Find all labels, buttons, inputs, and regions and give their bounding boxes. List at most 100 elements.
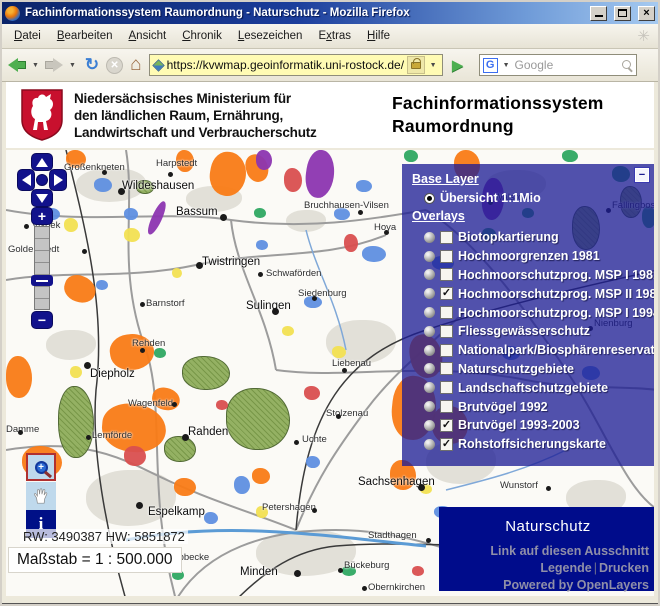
- zoom-box-tool-button[interactable]: +: [26, 453, 56, 481]
- overlay-row: Nationalpark/Biosphärenreservat: [424, 341, 654, 360]
- minimize-button[interactable]: [590, 6, 607, 21]
- overlay-label[interactable]: Brutvögel 1993-2003: [458, 418, 580, 432]
- town-dot: [418, 484, 425, 491]
- reload-button[interactable]: ↻: [82, 55, 102, 75]
- overlay-checkbox[interactable]: [440, 268, 453, 281]
- base-layer-row[interactable]: Übersicht 1:1Mio: [424, 191, 654, 205]
- maximize-button[interactable]: [614, 6, 631, 21]
- base-layer-label[interactable]: Übersicht 1:1Mio: [440, 191, 541, 205]
- overlay-checkbox[interactable]: [440, 231, 453, 244]
- overlay-label[interactable]: Hochmoorschutzprog. MSP II 1986: [458, 287, 654, 301]
- town-label: Siedenburg: [298, 288, 347, 299]
- town-dot: [336, 414, 341, 419]
- url-text[interactable]: https://kvwmap.geoinformatik.uni-rostock…: [167, 58, 404, 72]
- overlay-checkbox[interactable]: [440, 250, 453, 263]
- town-dot: [84, 362, 91, 369]
- overlay-checkbox[interactable]: ✓: [440, 419, 453, 432]
- town-label: Harpstedt: [156, 158, 197, 169]
- overlay-label[interactable]: Hochmoorgrenzen 1981: [458, 249, 600, 263]
- address-bar[interactable]: https://kvwmap.geoinformatik.uni-rostock…: [149, 54, 443, 76]
- pan-down-button[interactable]: [32, 190, 52, 206]
- layer-sphere-icon: [424, 307, 435, 318]
- overlay-label[interactable]: Hochmoorschutzprog. MSP I 1981: [458, 268, 654, 282]
- forward-icon-tail: [45, 61, 53, 69]
- town-label: Wagenfeld: [128, 398, 173, 409]
- link-legend[interactable]: Legende: [540, 561, 591, 575]
- app-title-line-1: Fachinformationssystem: [392, 92, 644, 115]
- menu-item-ansicht[interactable]: Ansicht: [121, 26, 175, 46]
- pan-left-button[interactable]: [18, 170, 34, 190]
- panel-minimize-button[interactable]: −: [635, 168, 649, 182]
- overlay-checkbox[interactable]: [440, 306, 453, 319]
- map-patch-blue: [356, 180, 372, 192]
- town-dot: [338, 568, 343, 573]
- map-patch-yellow: [172, 268, 182, 278]
- back-button[interactable]: [8, 58, 26, 72]
- link-powered-by-openlayers[interactable]: Powered by OpenLayers: [439, 577, 649, 594]
- overlay-label[interactable]: Fliessgewässerschutz: [458, 324, 590, 338]
- forward-dropdown-caret[interactable]: ▼: [67, 62, 78, 69]
- link-extent[interactable]: Link auf diesen Ausschnitt: [439, 543, 649, 560]
- layer-sphere-icon: [424, 420, 435, 431]
- town-label: Stolzenau: [326, 408, 368, 419]
- pan-right-button[interactable]: [50, 170, 66, 190]
- zoom-slider-handle[interactable]: [31, 275, 53, 286]
- back-dropdown-caret[interactable]: ▼: [30, 62, 41, 69]
- search-icon[interactable]: [622, 60, 633, 71]
- menu-item-chronik[interactable]: Chronik: [174, 26, 230, 46]
- pan-center-button[interactable]: [37, 175, 47, 185]
- google-logo-icon: G: [483, 58, 498, 73]
- forward-button[interactable]: [45, 58, 63, 72]
- overlay-label[interactable]: Brutvögel 1992: [458, 400, 548, 414]
- pan-tool-button[interactable]: [26, 482, 56, 510]
- overlay-checkbox[interactable]: ✓: [440, 287, 453, 300]
- town-label: Barnstorf: [146, 298, 185, 309]
- overlay-checkbox[interactable]: ✓: [440, 438, 453, 451]
- url-dropdown-caret[interactable]: ▼: [428, 62, 439, 69]
- home-button[interactable]: ⌂: [127, 56, 144, 74]
- overlay-checkbox[interactable]: [440, 400, 453, 413]
- menu-item-bearbeiten[interactable]: Bearbeiten: [49, 26, 121, 46]
- town-label: Bassum: [176, 206, 218, 218]
- app-title-line-2: Raumordnung: [392, 115, 644, 138]
- overlay-checkbox[interactable]: [440, 344, 453, 357]
- map-patch-yellow: [124, 228, 140, 242]
- menu-item-extras[interactable]: Extras: [310, 26, 359, 46]
- menu-item-lesezeichen[interactable]: Lesezeichen: [230, 26, 311, 46]
- base-layer-radio[interactable]: [424, 193, 435, 204]
- overlay-label[interactable]: Naturschutzgebiete: [458, 362, 574, 376]
- overlay-label[interactable]: Hochmoorschutzprog. MSP I 1994: [458, 306, 654, 320]
- app-title: Fachinformationssystem Raumordnung: [392, 92, 644, 138]
- base-layer-heading: Base Layer: [412, 172, 654, 186]
- overlay-checkbox[interactable]: [440, 381, 453, 394]
- overlay-label[interactable]: Nationalpark/Biosphärenreservat: [458, 343, 654, 357]
- link-print[interactable]: Drucken: [599, 561, 649, 575]
- town-dot: [118, 188, 125, 195]
- search-engine-caret[interactable]: ▼: [501, 62, 512, 69]
- zoom-out-button[interactable]: −: [32, 312, 52, 328]
- map-patch-hatch: [182, 356, 230, 390]
- menu-item-hilfe[interactable]: Hilfe: [359, 26, 398, 46]
- lower-saxony-coat-of-arms: [20, 88, 64, 142]
- minimize-icon: [595, 10, 603, 17]
- search-input[interactable]: Google: [515, 58, 619, 72]
- ministry-line-1: Niedersächsisches Ministerium für: [74, 90, 317, 107]
- search-box[interactable]: G ▼ Google: [479, 54, 637, 76]
- pan-up-button[interactable]: [32, 154, 52, 170]
- stop-button[interactable]: ✕: [106, 57, 123, 74]
- overlay-label[interactable]: Biotopkartierung: [458, 230, 559, 244]
- zoom-slider-track[interactable]: [34, 226, 50, 310]
- overlay-checkbox[interactable]: [440, 362, 453, 375]
- map-viewport[interactable]: + − + i − Base Layer: [6, 150, 654, 596]
- close-button[interactable]: ×: [638, 6, 655, 21]
- overlay-checkbox[interactable]: [440, 325, 453, 338]
- lock-icon: [411, 62, 421, 69]
- overlay-label[interactable]: Rohstoffsicherungskarte: [458, 437, 606, 451]
- menu-item-datei[interactable]: Datei: [6, 26, 49, 46]
- map-patch-teal: [154, 348, 166, 358]
- town-label: Obernkirchen: [368, 582, 425, 593]
- go-button[interactable]: ▶: [447, 54, 469, 76]
- overlay-label[interactable]: Landschaftschutzgebiete: [458, 381, 608, 395]
- town-dot: [140, 348, 145, 353]
- zoom-in-button[interactable]: +: [32, 208, 52, 224]
